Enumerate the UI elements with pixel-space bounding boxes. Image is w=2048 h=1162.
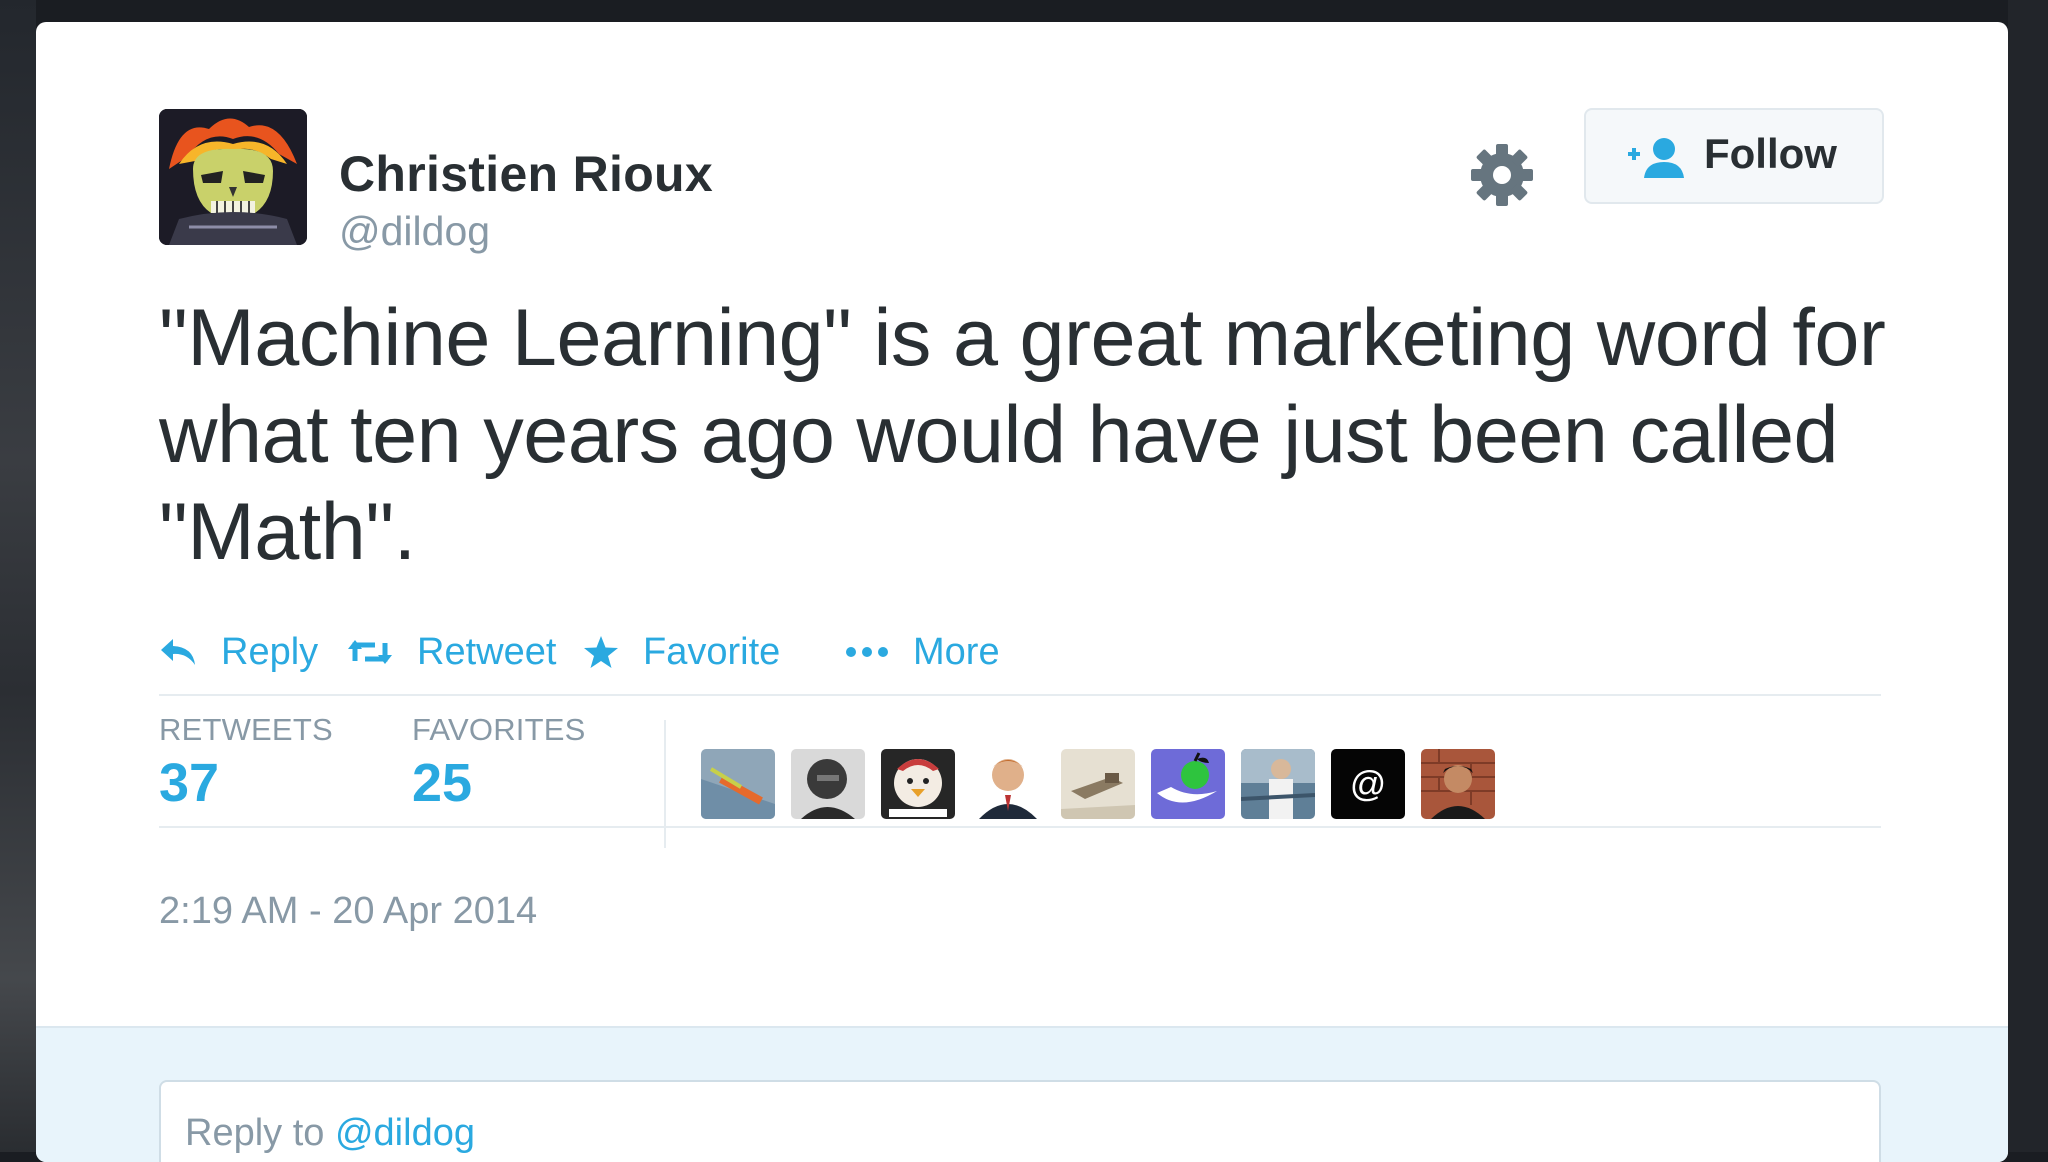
reply-handle: @dildog	[334, 1112, 475, 1154]
tweet-timestamp[interactable]: 2:19 AM - 20 Apr 2014	[159, 890, 537, 933]
stats-bottom-divider	[159, 826, 1881, 828]
reply-button[interactable]: Reply	[159, 622, 318, 682]
retweet-icon	[348, 640, 392, 664]
reply-prefix-text: Reply to	[185, 1112, 325, 1154]
favorite-label: Favorite	[643, 630, 781, 673]
favoriter-avatar[interactable]	[791, 749, 865, 819]
retweet-label: Retweet	[417, 630, 557, 673]
reply-area: Reply to @dildog	[36, 1026, 2008, 1162]
author-name[interactable]: Christien Rioux	[339, 145, 713, 203]
avatar-skull-icon	[159, 109, 307, 245]
gear-icon[interactable]	[1452, 125, 1552, 225]
add-user-icon	[1628, 138, 1684, 178]
follow-button[interactable]: Follow	[1584, 108, 1884, 204]
background-right	[2008, 0, 2048, 1152]
star-icon	[584, 636, 618, 668]
favoriter-avatar[interactable]	[701, 749, 775, 819]
more-dots-icon	[846, 647, 888, 657]
retweet-button[interactable]: Retweet	[347, 622, 556, 682]
author-avatar[interactable]	[159, 109, 307, 245]
favoriter-avatar[interactable]	[971, 749, 1045, 819]
favoriter-avatar[interactable]	[1061, 749, 1135, 819]
favorites-count[interactable]: 25	[412, 752, 472, 814]
favoriter-avatar[interactable]: @	[1331, 749, 1405, 819]
stats-vertical-divider	[664, 720, 666, 848]
favoriter-avatar[interactable]	[1421, 749, 1495, 819]
tweet-card: Christien Rioux @dildog Follow "Machine …	[36, 22, 2008, 1162]
follow-label: Follow	[1704, 130, 1837, 177]
stats-top-divider	[159, 694, 1881, 696]
favorites-label: FAVORITES	[412, 712, 586, 747]
tweet-actions: Reply Retweet Favorite More	[159, 622, 1159, 682]
retweets-count[interactable]: 37	[159, 752, 219, 814]
reply-placeholder: Reply to @dildog	[185, 1112, 475, 1155]
favoriter-avatar[interactable]	[1151, 749, 1225, 819]
more-label: More	[913, 630, 1000, 673]
background-left	[0, 0, 36, 1152]
author-handle[interactable]: @dildog	[339, 208, 490, 255]
favoriter-avatars: @	[701, 749, 1521, 819]
retweets-label: RETWEETS	[159, 712, 333, 747]
tweet-text: "Machine Learning" is a great marketing …	[159, 293, 1886, 577]
svg-text:@: @	[1350, 763, 1387, 804]
reply-icon	[161, 639, 195, 665]
favoriter-avatar[interactable]	[1241, 749, 1315, 819]
favoriter-avatar[interactable]	[881, 749, 955, 819]
reply-label: Reply	[221, 630, 319, 673]
favorite-button[interactable]: Favorite	[583, 622, 780, 682]
reply-input[interactable]: Reply to @dildog	[159, 1080, 1881, 1162]
more-button[interactable]: More	[845, 622, 1000, 682]
